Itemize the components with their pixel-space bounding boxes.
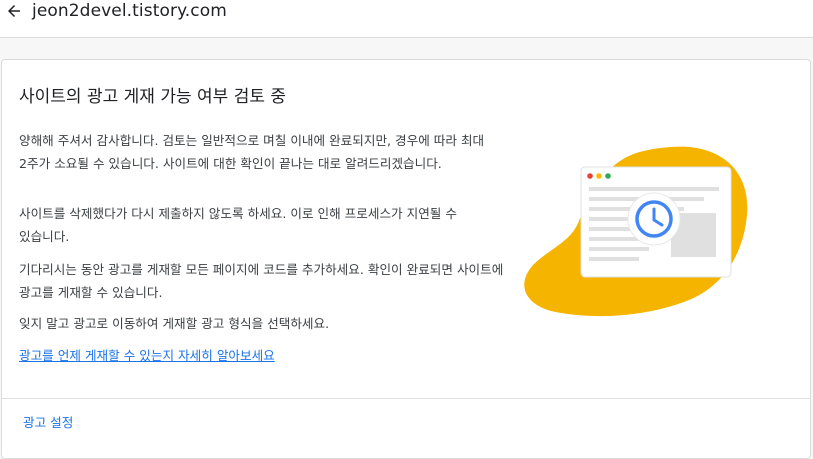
maximize-dot-icon xyxy=(605,173,611,179)
review-status-card: 사이트의 광고 게재 가능 여부 검토 중 양해해 주셔서 감사합니다. 검토는… xyxy=(1,59,811,459)
paragraph-thanks: 양해해 주셔서 감사합니다. 검토는 일반적으로 며칠 이내에 완료되지만, 경… xyxy=(19,133,485,171)
close-dot-icon xyxy=(587,173,593,179)
card-divider xyxy=(2,398,810,399)
review-illustration xyxy=(524,146,748,317)
site-domain: jeon2devel.tistory.com xyxy=(32,1,227,21)
ad-settings-link[interactable]: 광고 설정 xyxy=(23,414,73,432)
card-title: 사이트의 광고 게재 가능 여부 검토 중 xyxy=(19,87,287,107)
minimize-dot-icon xyxy=(596,173,602,179)
clock-icon xyxy=(627,192,681,246)
arrow-back-icon xyxy=(8,5,20,17)
learn-more-link[interactable]: 광고를 언제 게재할 수 있는지 자세히 알아보세요 xyxy=(19,347,275,365)
page-gap xyxy=(0,38,813,59)
paragraph-add-code: 기다리시는 동안 광고를 게재할 모든 페이지에 코드를 추가하세요. 확인이 … xyxy=(19,262,504,300)
back-button[interactable] xyxy=(3,0,25,22)
top-bar: jeon2devel.tistory.com xyxy=(0,0,813,38)
paragraph-no-resubmit: 사이트를 삭제했다가 다시 제출하지 않도록 하세요. 이로 인해 프로세스가 … xyxy=(19,206,457,244)
paragraph-choose-format: 잊지 말고 광고로 이동하여 게재할 광고 형식을 선택하세요. xyxy=(19,316,330,331)
